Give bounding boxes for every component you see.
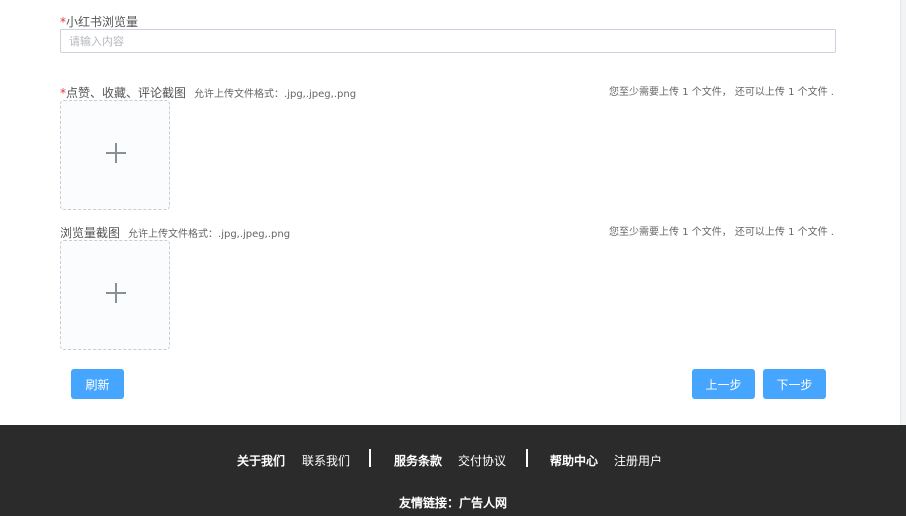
plus-icon: [106, 283, 126, 303]
upload-count-rule: 您至少需要上传 1 个文件， 还可以上传 1 个文件 .: [609, 87, 834, 98]
views-screenshot-upload[interactable]: [60, 240, 170, 350]
footer-link-about[interactable]: 关于我们: [237, 452, 285, 469]
views-field-label: *小红书浏览量: [60, 15, 139, 29]
views-screenshot-label: 浏览量截图 允许上传文件格式：.jpg,.jpeg,.png: [60, 226, 291, 240]
footer-divider: [526, 449, 528, 467]
next-step-button[interactable]: 下一步: [763, 369, 826, 399]
footer-link-register[interactable]: 注册用户: [614, 452, 662, 469]
likes-screenshot-label: *点赞、收藏、评论截图 允许上传文件格式：.jpg,.jpeg,.png: [60, 86, 357, 100]
file-format-hint: 允许上传文件格式：.jpg,.jpeg,.png: [128, 229, 291, 240]
footer-divider: [369, 449, 371, 467]
views-input[interactable]: [60, 29, 836, 53]
footer-link-terms[interactable]: 服务条款: [394, 452, 442, 469]
upload-count-rule: 您至少需要上传 1 个文件， 还可以上传 1 个文件 .: [609, 227, 834, 238]
plus-icon: [106, 143, 126, 163]
likes-screenshot-upload[interactable]: [60, 100, 170, 210]
footer-link-delivery[interactable]: 交付协议: [458, 452, 506, 469]
friend-links[interactable]: 友情链接：广告人网: [0, 494, 906, 511]
file-format-hint: 允许上传文件格式：.jpg,.jpeg,.png: [194, 89, 357, 100]
site-footer: 关于我们 联系我们 服务条款 交付协议 帮助中心 注册用户 友情链接：广告人网: [0, 425, 906, 516]
footer-link-help[interactable]: 帮助中心: [550, 452, 598, 469]
prev-step-button[interactable]: 上一步: [692, 369, 755, 399]
form-card: *小红书浏览量 *点赞、收藏、评论截图允许上传文件格式：.jpg,.jpeg,.…: [0, 0, 901, 425]
refresh-button[interactable]: 刷新: [71, 369, 124, 399]
footer-link-contact[interactable]: 联系我们: [302, 452, 350, 469]
